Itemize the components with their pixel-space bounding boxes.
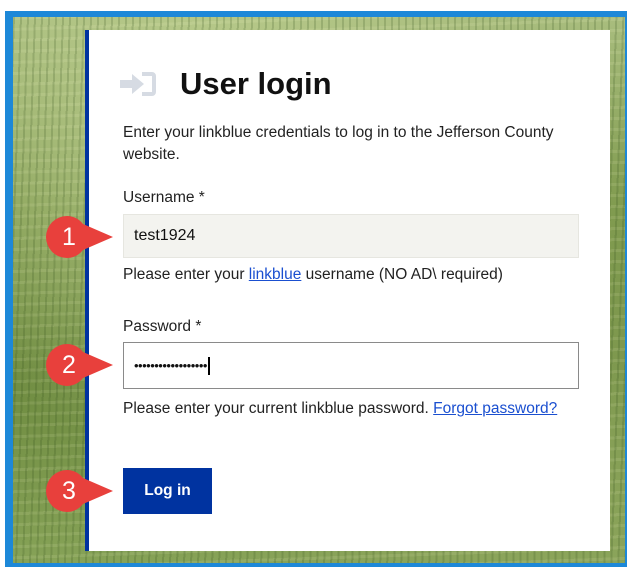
- callout-marker-3: 3: [43, 468, 115, 514]
- forgot-password-link[interactable]: Forgot password?: [433, 400, 557, 417]
- username-help-suffix: username (NO AD\ required): [301, 266, 503, 283]
- username-value: test1924: [134, 227, 196, 244]
- username-help-prefix: Please enter your: [123, 266, 249, 283]
- callout-number: 1: [62, 222, 76, 251]
- username-field[interactable]: test1924: [123, 214, 579, 258]
- password-help-prefix: Please enter your current linkblue passw…: [123, 400, 434, 417]
- password-label: Password *: [123, 318, 202, 335]
- password-value: ••••••••••••••••••: [134, 358, 207, 373]
- login-button[interactable]: Log in: [123, 468, 212, 514]
- linkblue-link[interactable]: linkblue: [249, 266, 302, 283]
- callout-marker-2: 2: [43, 342, 115, 388]
- text-cursor: [207, 356, 210, 375]
- password-field[interactable]: ••••••••••••••••••: [123, 342, 579, 389]
- callout-marker-1: 1: [43, 214, 115, 260]
- login-arrow-icon: [120, 72, 156, 96]
- title-row: User login: [118, 62, 332, 106]
- intro-text: Enter your linkblue credentials to log i…: [123, 124, 554, 163]
- password-help: Please enter your current linkblue passw…: [123, 398, 563, 420]
- username-help: Please enter your linkblue username (NO …: [123, 264, 563, 286]
- page-title: User login: [180, 66, 332, 101]
- callout-number: 2: [62, 350, 76, 379]
- username-label: Username *: [123, 189, 205, 206]
- callout-number: 3: [62, 476, 76, 505]
